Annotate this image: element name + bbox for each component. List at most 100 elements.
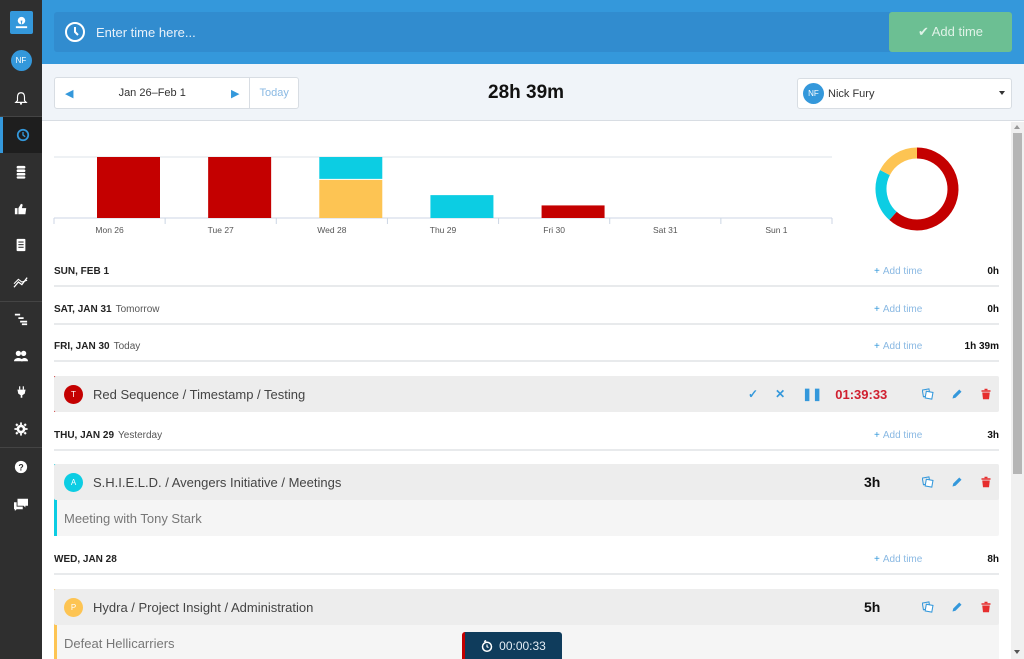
user-avatar: NF (803, 83, 824, 104)
clock-icon (65, 22, 85, 42)
add-time-link[interactable]: + Add time (874, 266, 922, 277)
plus-icon: + (874, 429, 880, 441)
sidebar-item-invoices[interactable] (0, 227, 42, 263)
project-donut-chart (875, 147, 959, 231)
duplicate-icon[interactable] (922, 476, 934, 488)
document-icon (16, 238, 26, 252)
day-total: 3h (987, 429, 999, 441)
pause-icon[interactable]: ❚❚ (802, 387, 822, 401)
svg-text:?: ? (18, 463, 23, 473)
sidebar-item-approvals[interactable] (0, 191, 42, 227)
donut-slice-s-h-i-e-l-d- (875, 170, 897, 220)
trash-icon[interactable] (980, 388, 992, 400)
check-icon[interactable]: ✓ (748, 387, 758, 401)
sidebar-item-timesheet[interactable] (0, 117, 42, 153)
sidebar-item-reports[interactable] (0, 264, 42, 300)
sidebar: NF ? (0, 0, 42, 659)
entry-header: T Red Sequence / Timestamp / Testing ✓ ✕ ❚❚ 0… (54, 376, 999, 412)
day-label: SAT, JAN 31 (54, 303, 112, 315)
add-time-link-label: Add time (882, 303, 923, 315)
entry-header: P Hydra / Project Insight / Administratio… (54, 589, 999, 625)
gantt-icon (14, 313, 28, 326)
gear-icon (14, 422, 28, 436)
bar-red-sequence (208, 157, 272, 218)
bar-red-sequence (97, 157, 160, 218)
stopwatch-icon (481, 639, 493, 652)
add-time-link[interactable]: + Add time (874, 430, 922, 441)
sidebar-item-notifications[interactable] (0, 80, 42, 116)
close-icon[interactable]: ✕ (775, 387, 785, 401)
time-entry[interactable]: T Red Sequence / Timestamp / Testing ✓ ✕ ❚❚ 0… (54, 376, 999, 412)
trash-icon[interactable] (980, 601, 992, 613)
toolbar: ◀ Jan 26–Feb 1 ▶ Today 28h 39m NF Nick F… (42, 64, 1024, 121)
bar-hydra (319, 179, 383, 218)
app-logo[interactable] (0, 4, 42, 40)
day-total: 1h 39m (964, 340, 999, 352)
today-button[interactable]: Today (249, 78, 298, 108)
time-entry[interactable]: A S.H.I.E.L.D. / Avengers Initiative / Me… (54, 464, 999, 536)
add-time-link-label: Add time (882, 340, 923, 352)
scroll-down-arrow[interactable] (1014, 650, 1020, 654)
floating-timer-value: 00:00:33 (499, 638, 546, 653)
next-week-button[interactable]: ▶ (231, 87, 239, 100)
sidebar-item-settings[interactable] (0, 411, 42, 447)
sidebar-item-schedule[interactable] (0, 301, 42, 337)
x-tick-label: Tue 27 (208, 225, 234, 235)
sidebar-item-help[interactable]: ? (0, 449, 42, 485)
entry-title: Hydra / Project Insight / Administration (93, 599, 314, 615)
entry-actions (922, 601, 992, 613)
user-select[interactable]: NF Nick Fury (797, 78, 1012, 109)
day-label: WED, JAN 28 (54, 553, 117, 565)
entry-header: A S.H.I.E.L.D. / Avengers Initiative / Me… (54, 464, 999, 500)
sidebar-divider (0, 447, 42, 448)
weekly-bar-chart: Mon 26 Tue 27 Wed 28 Thu 29 Fri 30 Sat 31 Sun … (53, 156, 833, 235)
plus-icon: + (874, 265, 880, 277)
sidebar-item-integrations[interactable] (0, 374, 42, 410)
question-icon: ? (14, 460, 28, 474)
entry-actions (922, 476, 992, 488)
edit-pencil-icon[interactable] (951, 476, 963, 488)
logo-icon (9, 10, 33, 34)
plus-icon: + (874, 340, 880, 352)
chart-line-icon (13, 277, 28, 288)
sidebar-item-team[interactable] (0, 338, 42, 374)
add-time-link-label: Add time (882, 265, 923, 277)
duplicate-icon[interactable] (922, 388, 934, 400)
database-icon (16, 165, 26, 179)
project-badge: P (64, 597, 83, 617)
duplicate-icon[interactable] (922, 601, 934, 613)
x-tick-label: Wed 28 (317, 225, 346, 235)
donut-slice-red-sequence (889, 147, 959, 231)
scroll-up-arrow[interactable] (1014, 125, 1020, 129)
previous-week-button[interactable]: ◀ (65, 87, 73, 100)
sidebar-item-feedback[interactable] (0, 486, 42, 522)
day-header: SAT, JAN 31 Tomorrow + Add time 0h (54, 295, 999, 325)
add-time-button[interactable]: ✔ Add time (889, 12, 1012, 52)
scrollbar-thumb[interactable] (1013, 133, 1022, 474)
add-time-link[interactable]: + Add time (874, 304, 922, 315)
bar-s-h-i-e-l-d- (319, 157, 383, 179)
thumbs-up-icon (14, 203, 27, 215)
date-range-label: Jan 26–Feb 1 (118, 87, 186, 99)
day-header: FRI, JAN 30 Today + Add time 1h 39m (54, 332, 999, 362)
day-label: THU, JAN 29 (54, 429, 115, 441)
sidebar-user-avatar[interactable]: NF (0, 42, 42, 78)
add-time-link[interactable]: + Add time (874, 341, 922, 352)
add-time-link[interactable]: + Add time (874, 554, 922, 565)
time-input[interactable] (96, 12, 876, 52)
sidebar-item-projects[interactable] (0, 154, 42, 190)
trash-icon[interactable] (980, 476, 992, 488)
entry-duration: 5h (864, 599, 881, 615)
time-entry-bar: ✔ Add time (42, 0, 1024, 64)
x-tick-label: Fri 30 (543, 225, 565, 235)
bar-s-h-i-e-l-d- (430, 195, 494, 218)
day-label: SUN, FEB 1 (54, 265, 110, 277)
floating-timer[interactable]: 00:00:33 (462, 632, 562, 659)
date-navigator: ◀ Jan 26–Feb 1 ▶ Today (54, 77, 299, 109)
edit-pencil-icon[interactable] (951, 388, 963, 400)
day-label: FRI, JAN 30 (54, 340, 110, 352)
edit-pencil-icon[interactable] (951, 601, 963, 613)
user-name: Nick Fury (828, 87, 875, 100)
day-header: THU, JAN 29 Yesterday + Add time 3h (54, 421, 999, 451)
scrollbar[interactable] (1011, 122, 1024, 659)
